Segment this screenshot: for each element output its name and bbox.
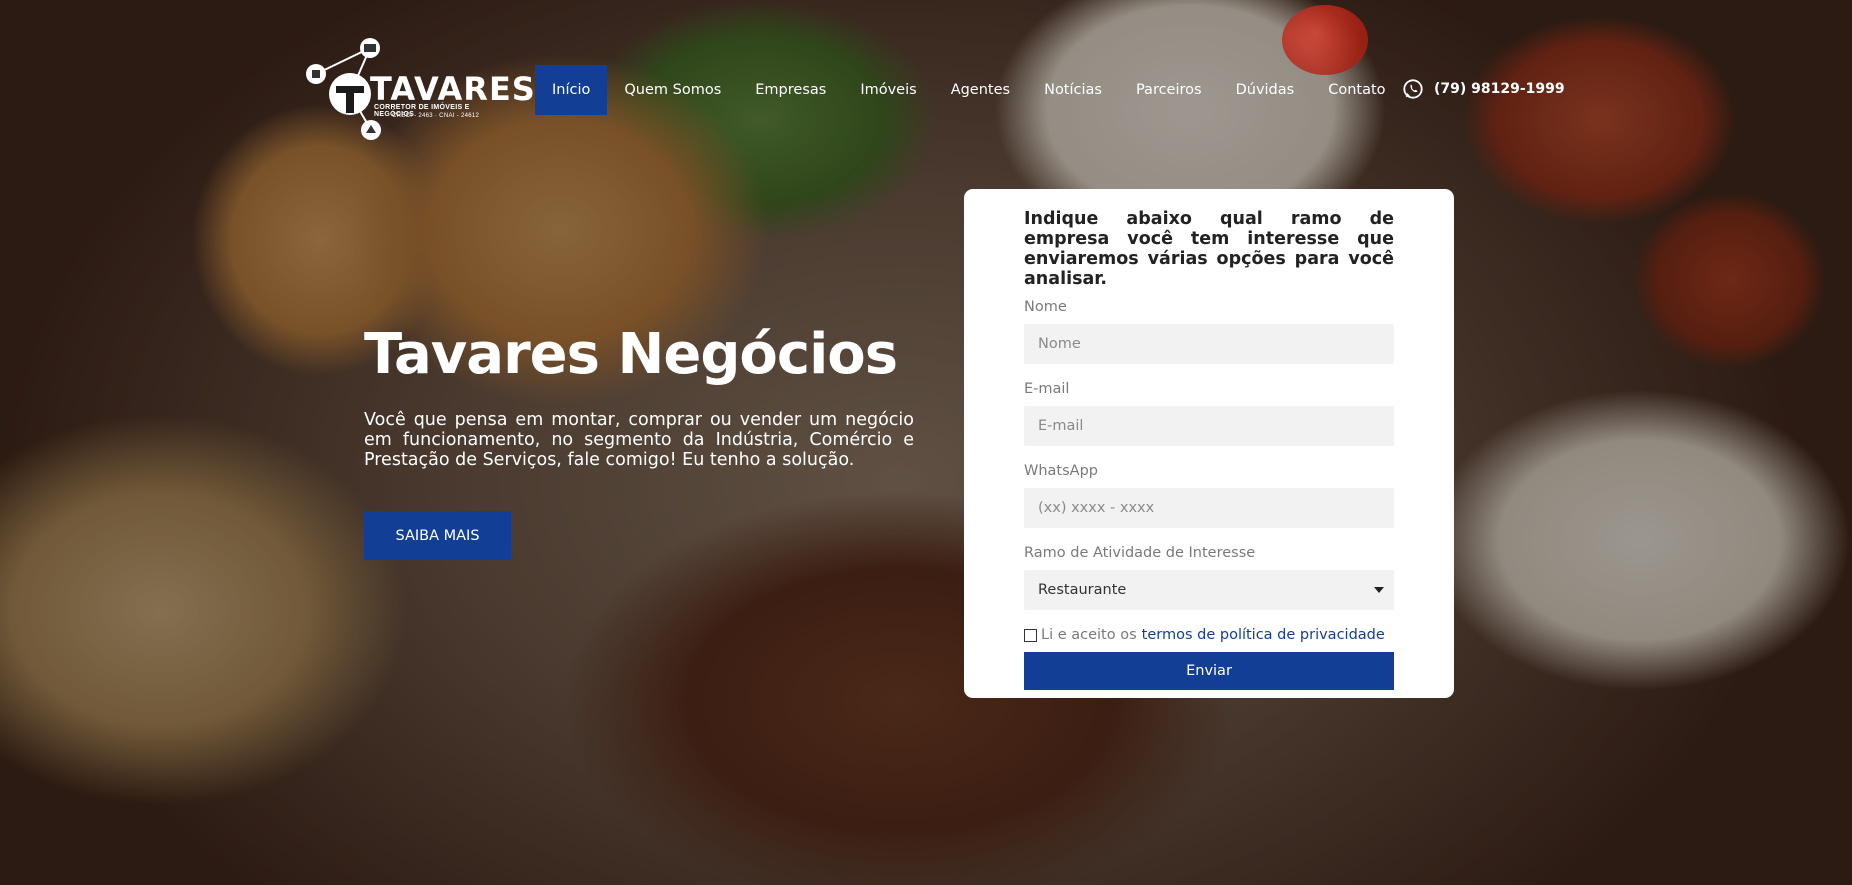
name-label: Nome [1024,299,1067,315]
whatsapp-icon [1403,79,1423,99]
email-input[interactable] [1024,406,1394,446]
nav-item-parceiros[interactable]: Parceiros [1119,65,1219,115]
hero-description: Você que pensa em montar, comprar ou ven… [364,410,914,470]
nav-item-imoveis[interactable]: Imóveis [843,65,933,115]
whatsapp-label: WhatsApp [1024,463,1098,479]
phone-number: (79) 98129-1999 [1434,81,1565,97]
header-phone[interactable]: (79) 98129-1999 [1402,78,1565,100]
activity-select[interactable]: Restaurante [1024,570,1394,610]
email-label: E-mail [1024,381,1070,397]
privacy-consent: Li e aceito os termos de política de pri… [1024,627,1394,643]
saiba-mais-button[interactable]: SAIBA MAIS [364,511,511,560]
nav-item-quem-somos[interactable]: Quem Somos [607,65,738,115]
form-heading: Indique abaixo qual ramo de empresa você… [1024,209,1394,289]
logo-registry: CRECI - 2463 · CNAI - 24612 [392,113,480,119]
nav-item-agentes[interactable]: Agentes [934,65,1027,115]
nav-item-noticias[interactable]: Notícias [1027,65,1119,115]
hero-background-image [0,0,1852,885]
site-logo[interactable]: TAVARES CORRETOR DE IMÓVEIS E NEGÓCIOS C… [300,34,535,144]
lead-form: Indique abaixo qual ramo de empresa você… [964,189,1454,698]
privacy-text: Li e aceito os [1041,627,1137,643]
nav-item-inicio[interactable]: Início [535,65,608,115]
whatsapp-input[interactable] [1024,488,1394,528]
nav-item-contato[interactable]: Contato [1311,65,1402,115]
hero-title: Tavares Negócios [364,322,898,387]
nav-item-duvidas[interactable]: Dúvidas [1219,65,1312,115]
chevron-down-icon [1374,587,1384,593]
name-input[interactable] [1024,324,1394,364]
nav-item-empresas[interactable]: Empresas [738,65,843,115]
logo-brand: TAVARES [370,70,536,108]
activity-label: Ramo de Atividade de Interesse [1024,545,1256,561]
submit-button[interactable]: Enviar [1024,652,1394,690]
main-navigation: Início Quem Somos Empresas Imóveis Agent… [535,65,1403,115]
privacy-policy-link[interactable]: termos de política de privacidade [1142,627,1385,643]
privacy-checkbox[interactable] [1024,628,1037,642]
activity-selected-value: Restaurante [1024,570,1394,610]
